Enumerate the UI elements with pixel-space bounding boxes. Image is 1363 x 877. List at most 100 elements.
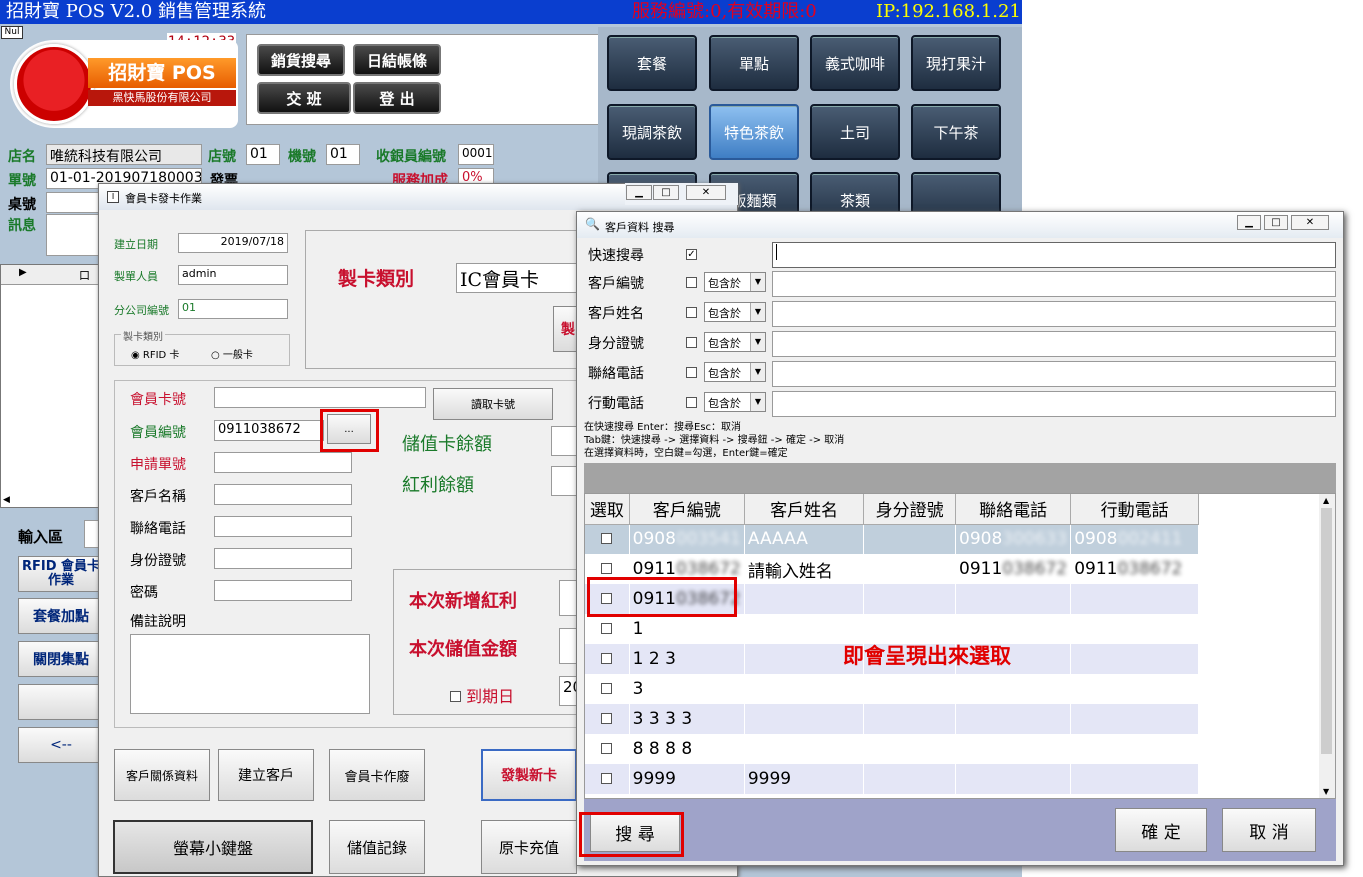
column-header[interactable]: 身分證號 [863, 494, 957, 525]
column-header[interactable]: 行動電話 [1070, 494, 1199, 525]
filter-checkbox[interactable] [686, 367, 697, 378]
search-minimize-icon[interactable]: ▁ [1237, 215, 1261, 230]
chevron-down-icon: ▼ [750, 393, 765, 411]
filter-operator-select[interactable]: 包含於 ▼ [704, 272, 766, 292]
close-icon[interactable]: ✕ [686, 185, 726, 200]
category-button-5[interactable]: 現調茶飲 [607, 104, 697, 160]
column-header[interactable]: 聯絡電話 [955, 494, 1072, 525]
read-card-button[interactable]: 讀取卡號 [433, 388, 553, 420]
row-checkbox[interactable] [601, 713, 613, 724]
blank-button[interactable] [18, 684, 104, 720]
filter-input[interactable] [772, 271, 1336, 297]
filter-operator-select[interactable]: 包含於 ▼ [704, 392, 766, 412]
column-header[interactable]: 選取 [585, 494, 630, 525]
note-field[interactable] [130, 634, 370, 714]
quick-search-checkbox[interactable]: ✓ [686, 249, 697, 260]
category-button-1[interactable]: 套餐 [607, 35, 697, 91]
value-record-button[interactable]: 儲值記錄 [329, 820, 425, 874]
search-close-icon[interactable]: ✕ [1291, 215, 1329, 230]
apply-no-field[interactable] [214, 452, 352, 473]
select-checkbox-cell[interactable] [585, 644, 630, 674]
confirm-button[interactable]: 確 定 [1115, 808, 1207, 852]
close-points-button[interactable]: 關閉集點 [18, 641, 104, 677]
order-grid[interactable]: ▶ 口 ◀ [0, 264, 106, 508]
filter-operator-select[interactable]: 包含於 ▼ [704, 362, 766, 382]
minimize-icon[interactable]: ▁ [626, 185, 652, 200]
filter-input[interactable] [772, 301, 1336, 327]
select-checkbox-cell[interactable] [585, 524, 630, 554]
combo-add-button[interactable]: 套餐加點 [18, 598, 104, 634]
scroll-left-icon[interactable]: ◀ [3, 495, 10, 505]
filter-checkbox[interactable] [686, 307, 697, 318]
void-card-button[interactable]: 會員卡作廢 [329, 749, 425, 801]
category-button-4[interactable]: 現打果汁 [911, 35, 1001, 91]
select-checkbox-cell[interactable] [585, 704, 630, 734]
category-button-3[interactable]: 義式咖啡 [810, 35, 900, 91]
scroll-up-icon[interactable]: ▲ [1323, 496, 1329, 505]
filter-input[interactable] [772, 391, 1336, 417]
scroll-down-icon[interactable]: ▼ [1323, 787, 1329, 796]
cancel-button[interactable]: 取 消 [1222, 808, 1316, 852]
table-row[interactable]: 9999 9999 [585, 764, 1199, 794]
table-row[interactable]: 8 8 8 8 [585, 734, 1199, 764]
table-field[interactable] [46, 192, 106, 213]
backspace-button[interactable]: <-- [18, 727, 104, 763]
card-no-field[interactable] [214, 387, 426, 408]
row-checkbox[interactable] [601, 683, 613, 694]
rfid-card-button[interactable]: RFID 會員卡作業 [18, 556, 104, 592]
filter-input[interactable] [772, 331, 1336, 357]
table-row[interactable]: 3 3 3 3 [585, 704, 1199, 734]
table-cell [863, 524, 957, 554]
table-row[interactable]: 0908003541 AAAAA 0908300633 0908002411 [585, 524, 1199, 554]
select-checkbox-cell[interactable] [585, 614, 630, 644]
filter-checkbox[interactable] [686, 397, 697, 408]
row-checkbox[interactable] [601, 743, 613, 754]
row-checkbox[interactable] [601, 563, 613, 574]
screen-keyboard-button[interactable]: 螢幕小鍵盤 [113, 820, 313, 874]
filter-checkbox[interactable] [686, 277, 697, 288]
phone-field[interactable] [214, 516, 352, 537]
row-checkbox[interactable] [601, 623, 613, 634]
create-customer-button[interactable]: 建立客戶 [218, 749, 314, 801]
quick-search-input[interactable] [772, 242, 1336, 268]
shift-button[interactable]: 交 班 [257, 82, 351, 114]
row-checkbox[interactable] [601, 653, 613, 664]
sales-search-button[interactable]: 銷貨搜尋 [257, 44, 345, 76]
daily-report-button[interactable]: 日結帳條 [353, 44, 441, 76]
recharge-card-button[interactable]: 原卡充值 [481, 820, 577, 874]
filter-checkbox[interactable] [686, 337, 697, 348]
column-header[interactable]: 客戶編號 [629, 494, 745, 525]
search-restore-icon[interactable]: □ [1264, 215, 1288, 230]
rfid-radio[interactable]: ◉ RFID 卡 [131, 346, 179, 361]
normal-radio-label: 一般卡 [222, 350, 253, 361]
category-button-7[interactable]: 土司 [810, 104, 900, 160]
filter-input[interactable] [772, 361, 1336, 387]
expire-checkbox[interactable]: 到期日 [450, 683, 514, 707]
password-label: 密碼 [130, 585, 158, 601]
select-checkbox-cell[interactable] [585, 734, 630, 764]
select-checkbox-cell[interactable] [585, 764, 630, 794]
id-no-field[interactable] [214, 548, 352, 569]
result-scrollbar[interactable]: ▲ ▼ [1319, 494, 1335, 798]
category-button-6[interactable]: 特色茶飲 [709, 104, 799, 160]
highlight-browse-button [320, 409, 379, 452]
row-checkbox[interactable] [601, 773, 613, 784]
normal-card-radio[interactable]: ○ 一般卡 [211, 346, 253, 361]
column-header[interactable]: 客戶姓名 [744, 494, 865, 525]
card-type-select[interactable]: IC會員卡 [456, 263, 581, 293]
filter-operator-select[interactable]: 包含於 ▼ [704, 332, 766, 352]
customer-relation-button[interactable]: 客戶關係資料 [114, 749, 210, 801]
issue-new-card-button[interactable]: 發製新卡 [481, 749, 577, 801]
member-no-field[interactable]: 0911038672 [214, 420, 324, 441]
restore-icon[interactable]: □ [653, 185, 679, 200]
row-checkbox[interactable] [601, 533, 613, 545]
customer-name-field[interactable] [214, 484, 352, 505]
password-field[interactable] [214, 580, 352, 601]
logout-button[interactable]: 登 出 [353, 82, 441, 114]
table-cell: 0911038672 [1070, 554, 1199, 584]
category-button-2[interactable]: 單點 [709, 35, 799, 91]
category-button-8[interactable]: 下午茶 [911, 104, 1001, 160]
filter-operator-select[interactable]: 包含於 ▼ [704, 302, 766, 322]
select-checkbox-cell[interactable] [585, 674, 630, 704]
table-row[interactable]: 3 [585, 674, 1199, 704]
